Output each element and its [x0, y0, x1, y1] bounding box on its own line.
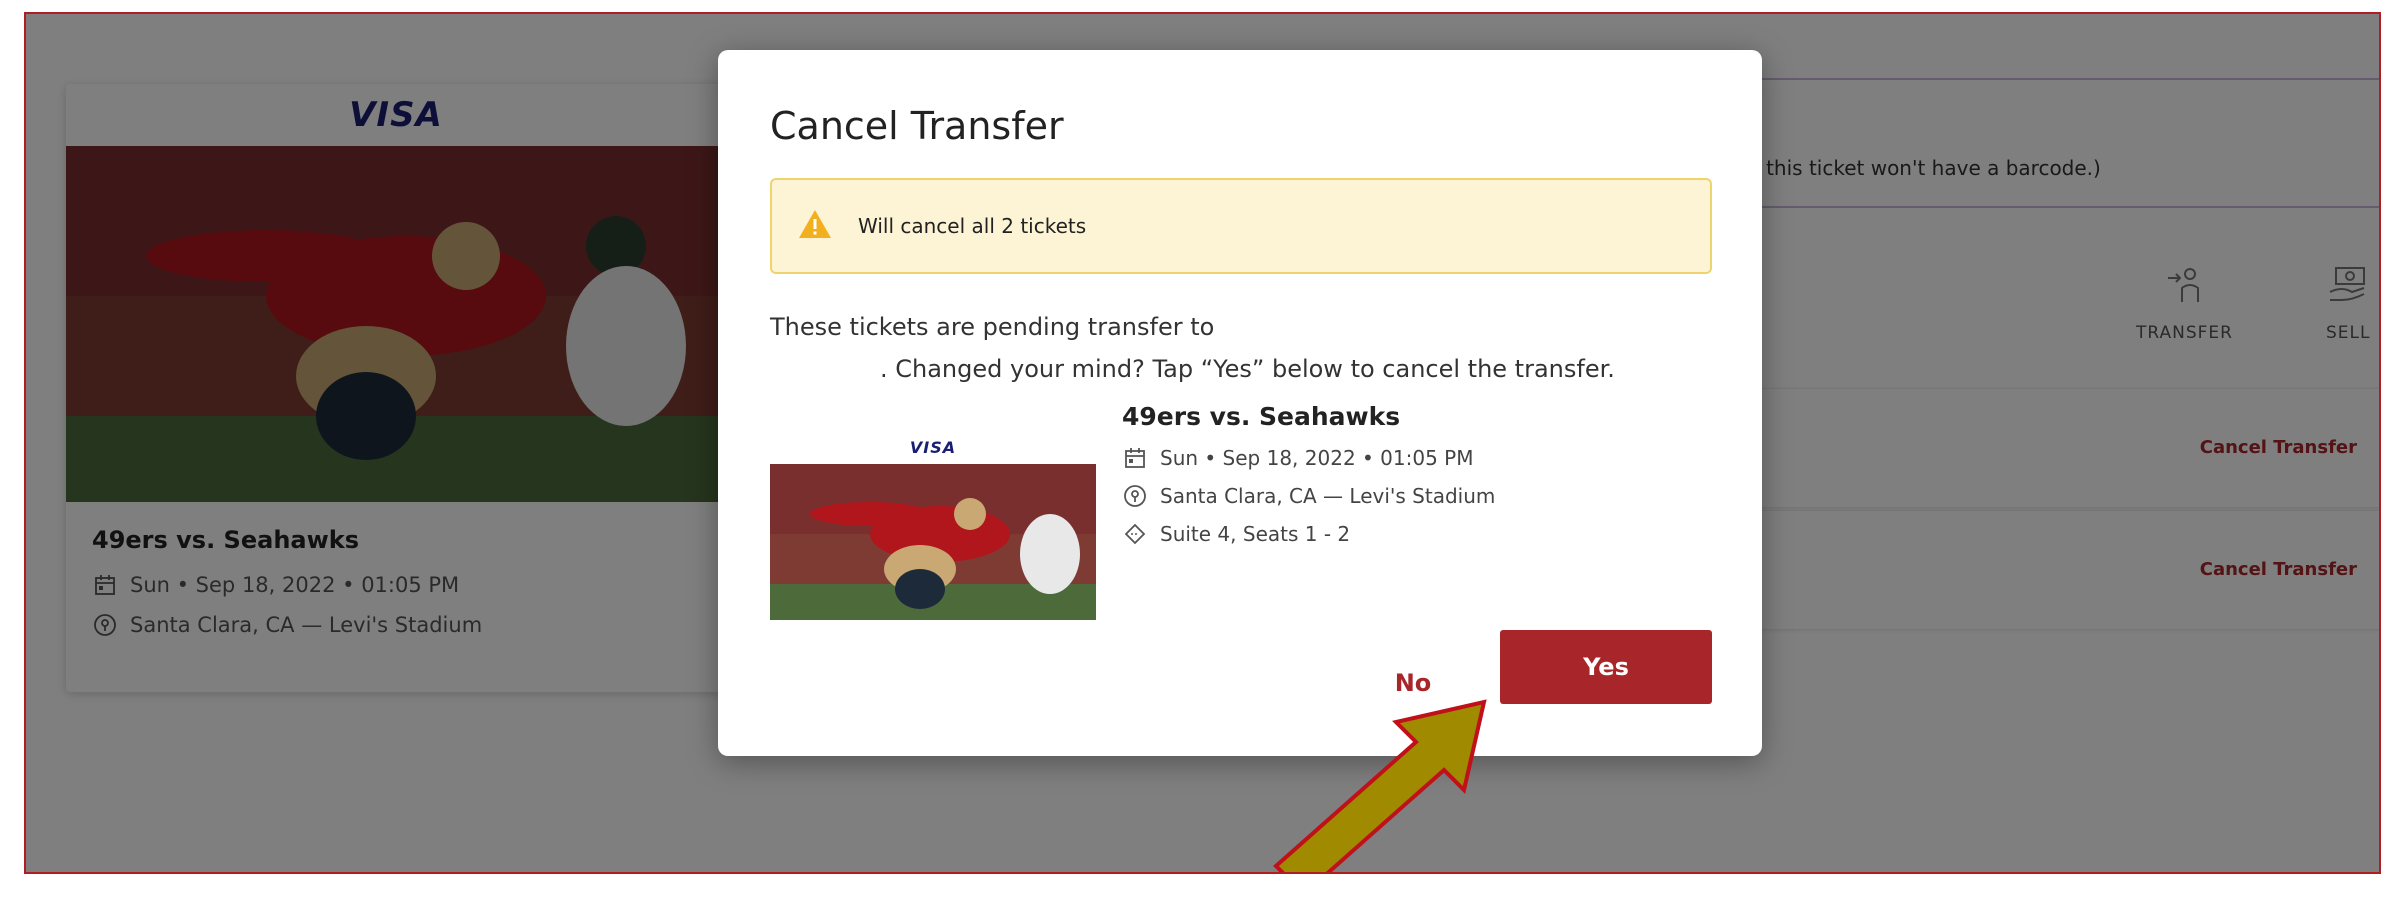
event-thumbnail: VISA	[770, 430, 1096, 620]
event-title: 49ers vs. Seahawks	[1122, 402, 1401, 431]
cancel-transfer-dialog: Cancel Transfer Will cancel all 2 ticket…	[718, 50, 1762, 756]
yes-button[interactable]: Yes	[1500, 630, 1712, 704]
warning-icon	[798, 209, 832, 243]
event-location-row: Santa Clara, CA — Levi's Stadium	[1122, 483, 1495, 509]
event-date: Sun • Sep 18, 2022 • 01:05 PM	[1160, 446, 1474, 470]
location-pin-icon	[1122, 483, 1148, 509]
dialog-message: These tickets are pending transfer to . …	[770, 306, 1710, 390]
warning-banner: Will cancel all 2 tickets	[770, 178, 1712, 274]
event-details: 49ers vs. Seahawks Sun • Sep 18, 2022 • …	[1122, 402, 1495, 559]
dialog-message-line-1: These tickets are pending transfer to	[770, 313, 1215, 341]
event-seats: Suite 4, Seats 1 - 2	[1160, 522, 1351, 546]
event-date-row: Sun • Sep 18, 2022 • 01:05 PM	[1122, 445, 1495, 471]
dialog-title: Cancel Transfer	[770, 104, 1064, 148]
annotation-arrow	[1273, 699, 1487, 872]
calendar-icon	[1122, 445, 1148, 471]
ticket-icon	[1122, 521, 1148, 547]
event-location: Santa Clara, CA — Levi's Stadium	[1160, 484, 1496, 508]
dialog-message-line-2: . Changed your mind? Tap “Yes” below to …	[880, 355, 1615, 383]
event-seats-row: Suite 4, Seats 1 - 2	[1122, 521, 1495, 547]
app-frame: VISA 49ers vs. Seahawks Su	[24, 12, 2381, 874]
visa-logo: VISA	[909, 437, 957, 457]
warning-text: Will cancel all 2 tickets	[858, 214, 1087, 238]
